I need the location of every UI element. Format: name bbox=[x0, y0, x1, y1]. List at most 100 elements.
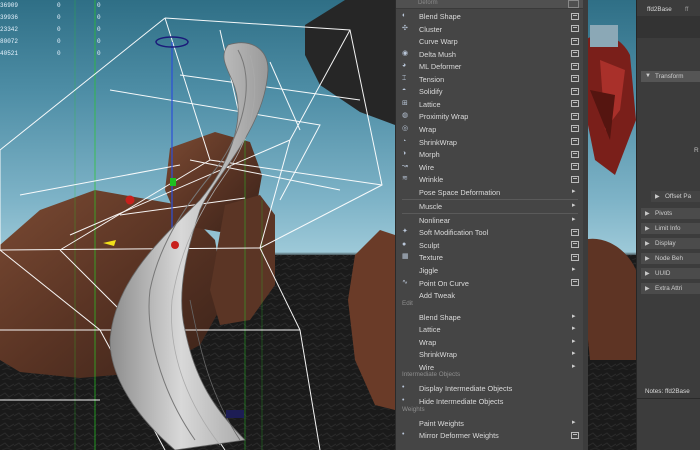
menu-tearoff-header[interactable]: Deform bbox=[396, 0, 584, 9]
option-box-icon[interactable] bbox=[571, 138, 579, 145]
menu-item[interactable]: • Mirror Deformer Weights bbox=[396, 429, 584, 442]
menu-item-label: ShrinkWrap bbox=[419, 137, 457, 147]
option-box-icon[interactable] bbox=[571, 37, 579, 45]
menu-item[interactable]: Add Tweak bbox=[396, 289, 584, 302]
attr-tab-ffd2base[interactable]: ffd2Base bbox=[647, 6, 672, 13]
menu-item[interactable]: Nonlinear ▸ bbox=[396, 214, 584, 227]
attr-section-header[interactable]: ▶ UUID bbox=[641, 268, 700, 279]
menu-item-label: Curve Warp bbox=[419, 37, 458, 47]
wire-icon: ↝ bbox=[402, 162, 408, 170]
menu-item-label: Blend Shape bbox=[419, 312, 461, 322]
option-box-icon[interactable] bbox=[571, 279, 579, 287]
menu-item-label: Add Tweak bbox=[419, 291, 455, 301]
menu-item-label: Sculpt bbox=[419, 240, 440, 250]
menu-item-label: Paint Weights bbox=[419, 418, 464, 428]
menu-item[interactable]: ◓ Solidify bbox=[396, 85, 584, 98]
menu-item[interactable]: ● Sculpt bbox=[396, 239, 584, 252]
menu-item[interactable]: Pose Space Deformation ▸ bbox=[396, 186, 584, 199]
submenu-arrow-icon: ▸ bbox=[572, 337, 576, 345]
hud-row: 36909 0 0 bbox=[0, 2, 101, 9]
3d-viewport[interactable]: 36909 0 0 39936 0 0 23342 0 0 80072 0 0 … bbox=[0, 0, 700, 450]
option-box-icon[interactable] bbox=[571, 62, 579, 70]
menu-item[interactable]: ◔ ShrinkWrap bbox=[396, 136, 584, 149]
menu-item[interactable]: Blend Shape ▸ bbox=[396, 311, 584, 324]
option-box-icon[interactable] bbox=[571, 25, 579, 33]
menu-item[interactable]: Paint Weights ▸ bbox=[396, 417, 584, 430]
display-intermediate-icon: • bbox=[402, 384, 405, 392]
menu-item-label: Morph bbox=[419, 150, 440, 160]
menu-item[interactable]: ◕ ML Deformer bbox=[396, 60, 584, 73]
option-box-icon[interactable] bbox=[571, 75, 579, 83]
collapse-triangle-icon: ▶ bbox=[645, 241, 650, 247]
menu-item-label: Mirror Deformer Weights bbox=[419, 431, 499, 441]
attr-section-header[interactable]: ▶ Limit Info bbox=[641, 223, 700, 234]
collapse-triangle-icon: ▶ bbox=[645, 226, 650, 232]
attr-section-label: UUID bbox=[655, 270, 671, 277]
attr-section-header[interactable]: ▶ Node Beh bbox=[641, 253, 700, 264]
attr-tab-ff[interactable]: ff bbox=[685, 6, 688, 13]
transform-section-header[interactable]: ▼ Transform bbox=[641, 71, 700, 82]
attr-section-label: Node Beh bbox=[655, 255, 684, 262]
menu-item[interactable]: ≋ Wrinkle bbox=[396, 173, 584, 186]
attr-section-header[interactable]: ▶ Offset Pa bbox=[651, 191, 700, 202]
option-box-icon[interactable] bbox=[571, 125, 579, 133]
option-box-icon[interactable] bbox=[571, 50, 579, 58]
menu-item[interactable]: ∿ Point On Curve bbox=[396, 277, 584, 290]
viewport-scene[interactable] bbox=[0, 0, 700, 450]
menu-item[interactable]: ▦ Texture bbox=[396, 251, 584, 264]
menu-item[interactable]: ✣ Cluster bbox=[396, 23, 584, 36]
y-handle bbox=[170, 178, 176, 186]
option-box-icon[interactable] bbox=[571, 112, 579, 120]
hud-row: 40521 0 0 bbox=[0, 50, 101, 57]
menu-item[interactable]: ◍ Proximity Wrap bbox=[396, 110, 584, 123]
menu-item-label: Muscle bbox=[419, 201, 443, 211]
attr-section-header[interactable]: ▶ Display bbox=[641, 238, 700, 249]
menu-item-label: Wrap bbox=[419, 124, 437, 134]
menu-item[interactable]: ◉ Delta Mush bbox=[396, 48, 584, 61]
texture-icon: ▦ bbox=[402, 253, 409, 261]
option-box-icon[interactable] bbox=[571, 228, 579, 236]
option-box-icon[interactable] bbox=[571, 12, 579, 20]
menu-item[interactable]: • Display Intermediate Objects bbox=[396, 382, 584, 395]
option-box-icon[interactable] bbox=[571, 150, 579, 158]
menu-item[interactable]: ◑ Morph bbox=[396, 148, 584, 161]
menu-item-label: Pose Space Deformation bbox=[419, 187, 501, 197]
option-box-icon[interactable] bbox=[571, 253, 579, 261]
collapse-triangle-icon: ▶ bbox=[645, 271, 650, 277]
expand-triangle-icon: ▼ bbox=[645, 73, 651, 79]
option-box-icon[interactable] bbox=[571, 100, 579, 108]
menu-item[interactable]: ⊞ Lattice bbox=[396, 98, 584, 111]
blend-shape-icon: ◐ bbox=[402, 12, 407, 19]
option-box-icon[interactable] bbox=[571, 241, 579, 249]
tearoff-icon[interactable] bbox=[568, 0, 579, 8]
hud-row: 23342 0 0 bbox=[0, 26, 101, 33]
option-box-icon[interactable] bbox=[571, 431, 579, 439]
attr-section-header[interactable]: ▶ Pivots bbox=[641, 208, 700, 219]
menu-item[interactable]: Curve Warp bbox=[396, 35, 584, 48]
menu-item-label: Cluster bbox=[419, 24, 443, 34]
menu-item[interactable]: ◎ Wrap bbox=[396, 123, 584, 136]
divider bbox=[637, 398, 700, 399]
menu-section-label: Intermediate Objects bbox=[402, 371, 461, 379]
menu-item[interactable]: Muscle ▸ bbox=[396, 200, 584, 213]
menu-item-label: Lattice bbox=[419, 99, 441, 109]
menu-item[interactable]: Lattice ▸ bbox=[396, 323, 584, 336]
menu-item[interactable]: Wrap ▸ bbox=[396, 336, 584, 349]
option-box-icon[interactable] bbox=[571, 163, 579, 171]
option-box-icon[interactable] bbox=[571, 87, 579, 95]
menu-item-label: Point On Curve bbox=[419, 278, 469, 288]
menu-item[interactable]: Jiggle ▸ bbox=[396, 264, 584, 277]
lattice-icon: ⊞ bbox=[402, 99, 408, 107]
attr-section-header[interactable]: ▶ Extra Attri bbox=[641, 283, 700, 294]
menu-item[interactable]: ⌶ Tension bbox=[396, 73, 584, 86]
submenu-arrow-icon: ▸ bbox=[572, 266, 576, 273]
deform-menu[interactable]: Deform ◐ Blend Shape ✣ Cluster Curve Warp ◉ De… bbox=[395, 0, 585, 450]
attr-section-label: Display bbox=[655, 240, 676, 247]
menu-scrollbar[interactable] bbox=[583, 0, 588, 450]
morph-icon: ◑ bbox=[402, 150, 407, 158]
option-box-icon[interactable] bbox=[571, 175, 579, 183]
menu-item[interactable]: ✦ Soft Modification Tool bbox=[396, 226, 584, 239]
menu-item[interactable]: ↝ Wire bbox=[396, 161, 584, 174]
menu-item[interactable]: ShrinkWrap ▸ bbox=[396, 348, 584, 361]
menu-item[interactable]: ◐ Blend Shape bbox=[396, 10, 584, 23]
